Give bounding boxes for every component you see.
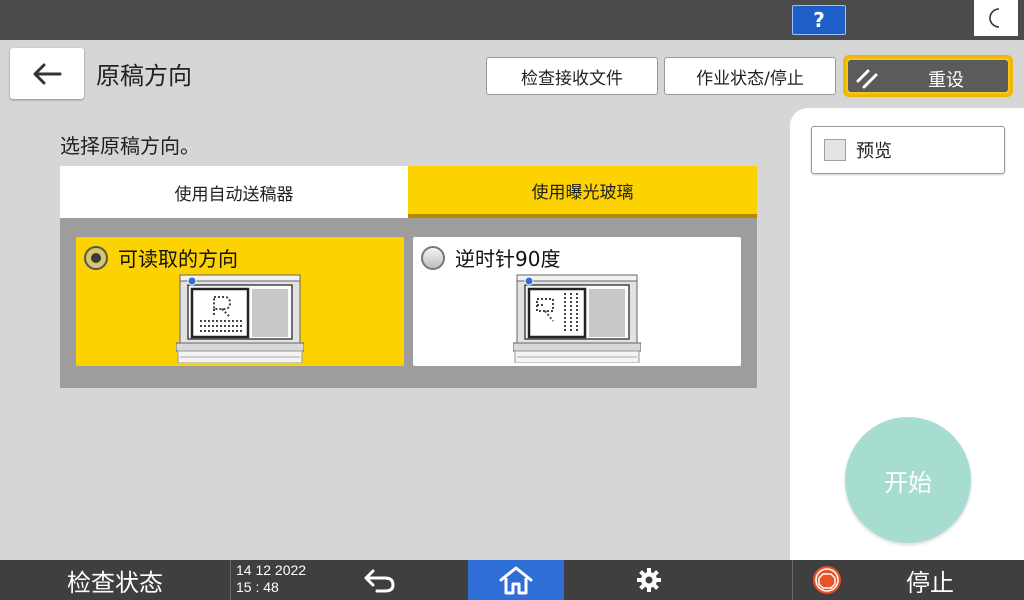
help-button[interactable]: ? xyxy=(792,5,846,35)
stop-button-label[interactable]: 停止 xyxy=(906,563,954,598)
option-counterclockwise-90[interactable]: 逆时针90度 xyxy=(413,237,741,366)
page-title: 原稿方向 xyxy=(96,62,192,90)
orientation-options-panel: 可读取的方向 逆时针90度 xyxy=(60,218,757,388)
arrow-left-icon xyxy=(33,63,62,84)
start-button[interactable]: 开始 xyxy=(845,417,971,543)
preview-label: 预览 xyxy=(856,141,892,162)
job-status-button[interactable]: 作业状态/停止 xyxy=(664,57,836,95)
divider xyxy=(230,560,231,600)
stop-icon[interactable] xyxy=(812,565,842,595)
divider xyxy=(792,560,793,600)
bottom-bar: 检查状态 14 12 2022 15 : 48 停止 xyxy=(0,560,1024,600)
time-text: 15 : 48 xyxy=(236,579,279,595)
check-received-files-button[interactable]: 检查接收文件 xyxy=(486,57,658,95)
tab-use-adf[interactable]: 使用自动送稿器 xyxy=(60,166,408,218)
check-status-button[interactable]: 检查状态 xyxy=(0,560,230,600)
home-icon xyxy=(499,566,533,595)
date-time-display: 14 12 2022 15 : 48 xyxy=(236,562,306,596)
reset-icon xyxy=(856,69,878,89)
gear-icon xyxy=(637,568,661,592)
preview-checkbox[interactable] xyxy=(824,139,846,161)
back-button[interactable] xyxy=(10,48,84,99)
undo-arrow-icon xyxy=(364,569,395,593)
back-nav-button[interactable] xyxy=(355,560,405,600)
night-mode-button[interactable] xyxy=(974,0,1018,36)
instruction-text: 选择原稿方向。 xyxy=(60,134,200,158)
reset-label: 重设 xyxy=(928,70,964,91)
option-label: 逆时针90度 xyxy=(455,247,561,271)
tab-use-exposure-glass[interactable]: 使用曝光玻璃 xyxy=(408,166,757,218)
date-text: 14 12 2022 xyxy=(236,562,307,578)
moon-icon xyxy=(989,8,1000,28)
reset-button[interactable]: 重设 xyxy=(843,55,1013,97)
settings-button[interactable] xyxy=(624,560,674,600)
scanner-rotated-icon xyxy=(513,274,641,363)
option-readable-direction[interactable]: 可读取的方向 xyxy=(76,237,404,366)
radio-selected-icon xyxy=(84,246,108,270)
option-label: 可读取的方向 xyxy=(118,247,238,271)
side-panel: 预览 开始 xyxy=(790,108,1024,560)
home-button[interactable] xyxy=(468,560,564,600)
preview-toggle[interactable]: 预览 xyxy=(811,126,1005,174)
top-bar: ? xyxy=(0,0,1024,40)
scanner-readable-icon xyxy=(176,274,304,363)
radio-unselected-icon xyxy=(421,246,445,270)
